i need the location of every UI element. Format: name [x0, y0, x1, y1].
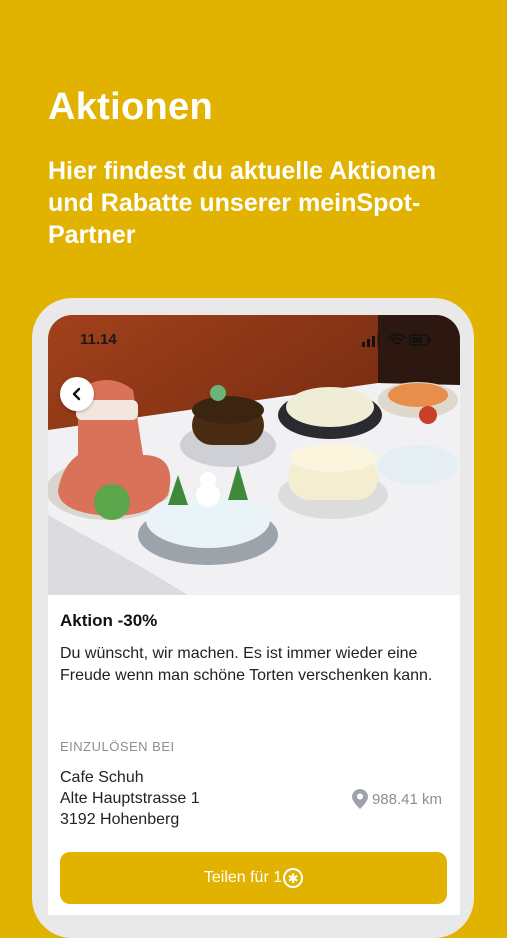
status-icons	[362, 333, 431, 347]
partner-city: 3192 Hohenberg	[60, 811, 180, 828]
partner-address: Cafe Schuh Alte Hauptstrasse 1 3192 Hohe…	[60, 767, 200, 830]
page-subtitle: Hier findest du aktuelle Aktionen und Ra…	[48, 157, 437, 249]
back-button[interactable]	[60, 377, 94, 411]
status-time: 11.14	[80, 331, 117, 348]
partner-street: Alte Hauptstrasse 1	[60, 790, 200, 807]
page-title: Aktionen	[48, 86, 213, 128]
location-pin-icon	[351, 789, 368, 809]
cake-photo: 11.14	[48, 315, 460, 595]
redeem-label: EINZULÖSEN BEI	[60, 739, 175, 754]
share-button[interactable]: Teilen für 1 ✱	[60, 852, 447, 904]
phone-screen: 11.14 Aktion -30% Du wünscht, wir machen…	[48, 315, 460, 915]
partner-name: Cafe Schuh	[60, 769, 144, 786]
deal-title: Aktion -30%	[60, 611, 158, 630]
chevron-left-icon	[72, 387, 81, 401]
distance-value: 988.41 km	[371, 790, 442, 808]
star-coin-icon: ✱	[283, 868, 304, 888]
share-button-label: Teilen für 1	[203, 869, 283, 886]
distance-info[interactable]: 988.41 km	[351, 789, 442, 809]
deal-description: Du wünscht, wir machen. Es ist immer wie…	[60, 645, 433, 684]
deal-content: Aktion -30% Du wünscht, wir machen. Es i…	[60, 611, 450, 687]
